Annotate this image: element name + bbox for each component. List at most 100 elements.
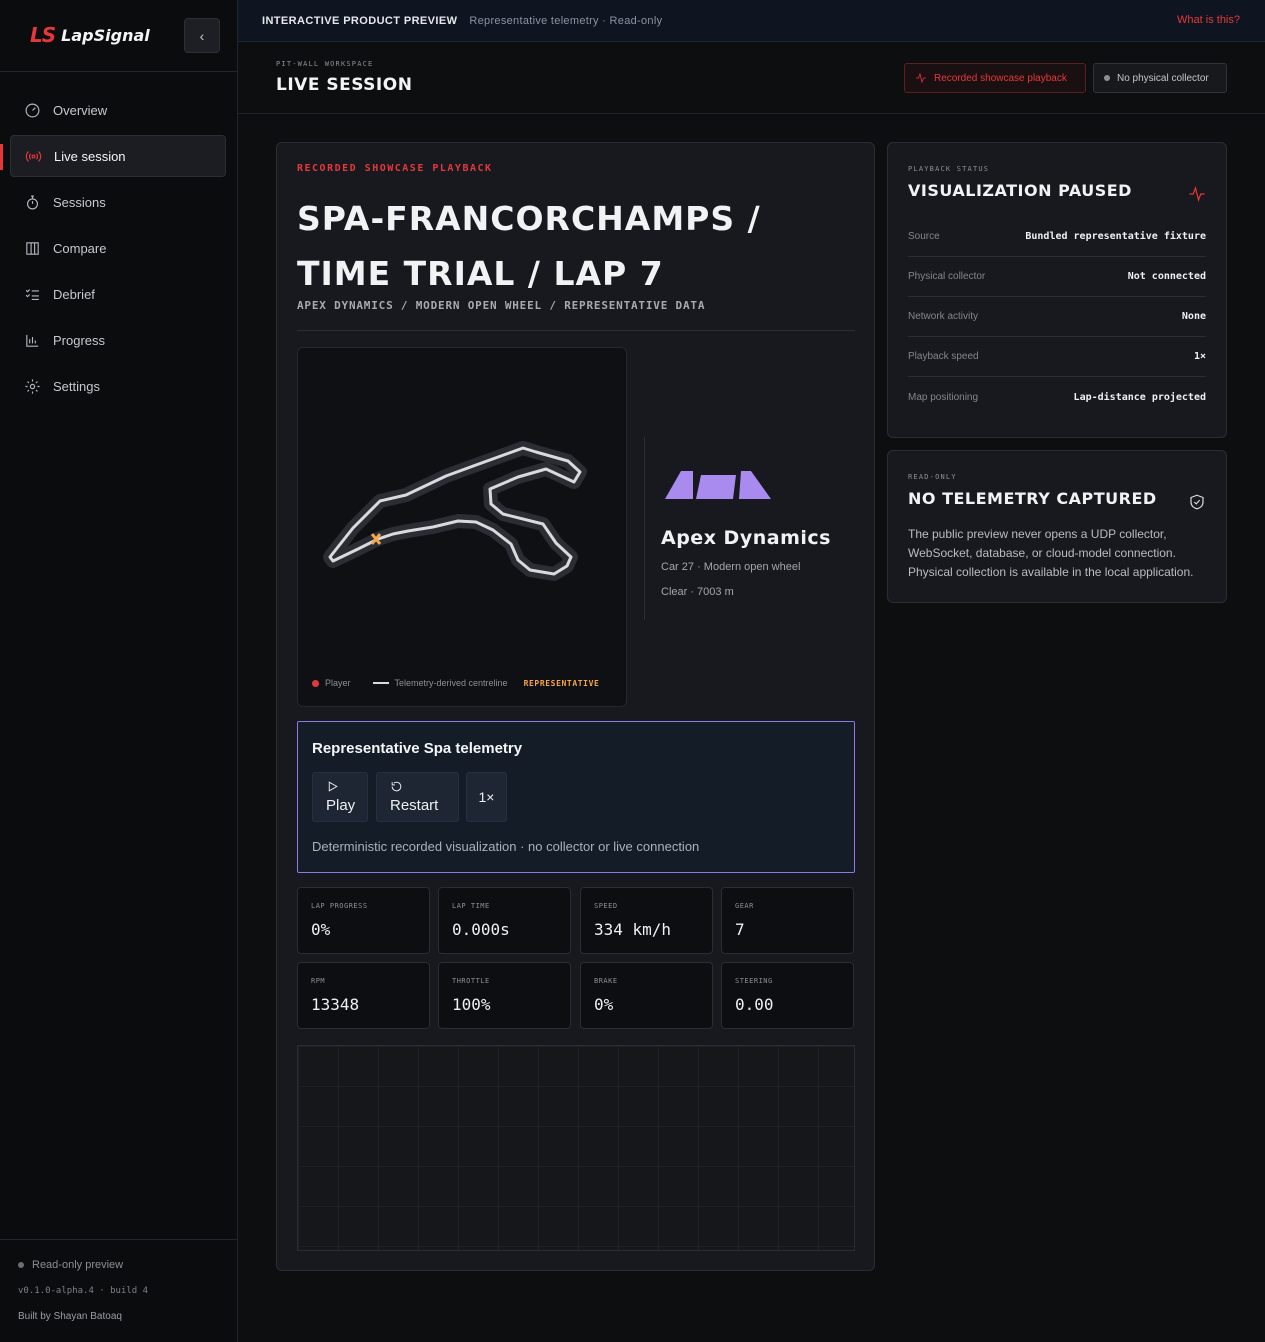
sidebar-item-label: Compare [53, 240, 107, 256]
banner-title: INTERACTIVE PRODUCT PREVIEW [262, 14, 458, 27]
status-key: Physical collector [908, 271, 986, 282]
sidebar-item-label: Debrief [53, 286, 95, 302]
columns-icon [26, 241, 39, 255]
brand-name: LapSignal [61, 25, 150, 45]
play-button[interactable]: Play [312, 772, 368, 822]
card-title: NO TELEMETRY CAPTURED [908, 489, 1157, 508]
session-conditions: Clear · 7003 m [661, 586, 734, 598]
preview-status-label: Read-only preview [32, 1259, 124, 1271]
status-value: Not connected [1127, 271, 1206, 282]
page-eyebrow: PIT-WALL WORKSPACE [276, 60, 374, 68]
status-key: Network activity [908, 311, 979, 322]
player-dot-icon [312, 679, 319, 687]
legend-player-label: Player [325, 678, 351, 688]
metric-steering: STEERING 0.00 [721, 962, 854, 1029]
session-divider [297, 330, 855, 331]
status-row: Physical collector Not connected [908, 257, 1206, 297]
metric-value: 0.000s [452, 920, 510, 939]
playback-title: Representative Spa telemetry [312, 740, 523, 757]
metric-label: GEAR [735, 902, 754, 910]
metric-label: SPEED [594, 902, 618, 910]
card-title: VISUALIZATION PAUSED [908, 181, 1132, 200]
status-value: Lap-distance projected [1073, 391, 1206, 403]
what-is-this-link[interactable]: What is this? [1177, 14, 1240, 26]
centreline-swatch-icon [372, 682, 389, 684]
banner-subtitle: Representative telemetry · Read-only [469, 14, 663, 27]
preview-status: Read-only preview [18, 1259, 123, 1271]
metric-label: STEERING [735, 977, 773, 985]
track-outline [323, 441, 587, 581]
status-key: Source [908, 231, 940, 242]
metric-value: 0% [594, 995, 614, 1014]
pulse-icon [916, 72, 926, 84]
page-header: PIT-WALL WORKSPACE LIVE SESSION Recorded… [238, 42, 1265, 114]
sidebar-item-label: Settings [53, 378, 100, 394]
gauge-icon [25, 103, 40, 117]
read-only-description: The public preview never opens a UDP col… [908, 527, 1194, 579]
play-icon [328, 781, 338, 792]
metric-value: 0% [311, 920, 331, 939]
sidebar-item-label: Overview [53, 102, 108, 118]
playback-mode-label: Recorded showcase playback [934, 72, 1067, 84]
metric-label: LAP PROGRESS [311, 902, 368, 910]
built-by-label: Built by Shayan Batoaq [18, 1311, 122, 1322]
card-eyebrow: PLAYBACK STATUS [908, 165, 990, 173]
status-value: 1× [1193, 351, 1206, 362]
playback-note: Deterministic recorded visualization · n… [312, 839, 700, 854]
sidebar-item-debrief[interactable]: Debrief [10, 273, 226, 315]
page-title: LIVE SESSION [276, 75, 413, 95]
status-row: Source Bundled representative fixture [908, 217, 1206, 257]
sidebar-item-progress[interactable]: Progress [10, 319, 226, 361]
status-row: Map positioning Lap-distance projected [908, 377, 1206, 417]
playback-status-card: PLAYBACK STATUS VISUALIZATION PAUSED Sou… [887, 142, 1227, 438]
playback-controls: Representative Spa telemetry Play Restar… [297, 721, 855, 873]
metric-value: 334 km/h [594, 920, 672, 939]
brand-logo[interactable]: LS LapSignal [30, 22, 150, 48]
sidebar-item-compare[interactable]: Compare [10, 227, 226, 269]
version-label: v0.1.0-alpha.4 · build 4 [18, 1286, 149, 1296]
read-only-card: READ-ONLY NO TELEMETRY CAPTURED The publ… [887, 450, 1227, 603]
gear-icon [25, 378, 40, 394]
metric-throttle: THROTTLE 100% [438, 962, 571, 1029]
metric-label: BRAKE [594, 977, 618, 985]
metric-label: RPM [311, 977, 326, 985]
status-key: Map positioning [908, 391, 979, 403]
sidebar-divider [0, 71, 238, 72]
sidebar-item-live-session[interactable]: Live session [0, 135, 226, 177]
team-logo-icon [665, 471, 771, 499]
bar-chart-icon [26, 334, 39, 347]
session-eyebrow: RECORDED SHOWCASE PLAYBACK [297, 163, 493, 174]
sidebar-item-label: Live session [54, 148, 126, 164]
metric-label: LAP TIME [452, 902, 490, 910]
stopwatch-icon [26, 195, 39, 209]
play-label: Play [326, 797, 356, 814]
metric-value: 13348 [311, 995, 360, 1014]
playback-speed-button[interactable]: 1× [466, 772, 507, 822]
checklist-icon [25, 288, 39, 300]
status-row: Playback speed 1× [908, 337, 1206, 377]
pulse-icon [1189, 185, 1205, 203]
metric-speed: SPEED 334 km/h [580, 887, 713, 954]
collapse-sidebar-button[interactable]: ‹ [184, 18, 220, 53]
sidebar-item-overview[interactable]: Overview [10, 89, 226, 131]
metric-lap-progress: LAP PROGRESS 0% [297, 887, 430, 954]
shield-check-icon [1190, 494, 1204, 510]
collector-status-label: No physical collector [1117, 72, 1209, 84]
status-value: None [1181, 311, 1206, 322]
restart-button[interactable]: Restart [376, 772, 459, 822]
sidebar-item-label: Sessions [53, 194, 106, 210]
restart-label: Restart [390, 797, 439, 814]
status-list: Source Bundled representative fixture Ph… [908, 217, 1206, 417]
metric-lap-time: LAP TIME 0.000s [438, 887, 571, 954]
telemetry-trace-chart [297, 1045, 855, 1251]
metric-value: 0.00 [735, 995, 774, 1014]
team-divider [644, 437, 645, 620]
restart-icon [391, 781, 402, 792]
metric-value: 7 [735, 920, 745, 939]
sidebar-item-settings[interactable]: Settings [10, 365, 226, 407]
sidebar-item-sessions[interactable]: Sessions [10, 181, 226, 223]
representative-tag: REPRESENTATIVE [523, 678, 600, 688]
brand-mark: LS [30, 23, 56, 47]
legend-line-label: Telemetry-derived centreline [394, 678, 508, 688]
broadcast-icon [25, 150, 42, 162]
